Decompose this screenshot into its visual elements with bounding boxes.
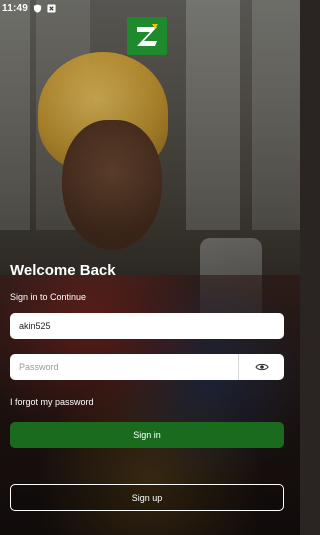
forgot-password-link[interactable]: I forgot my password	[10, 397, 94, 407]
shield-icon	[33, 3, 42, 13]
toggle-password-visibility-button[interactable]	[238, 354, 284, 380]
sign-up-button[interactable]: Sign up	[10, 484, 284, 511]
page-title: Welcome Back	[10, 262, 116, 279]
username-value[interactable]: akin525	[10, 321, 284, 331]
status-time: 11:49	[2, 2, 29, 14]
password-field[interactable]: Password	[10, 354, 284, 380]
eye-icon[interactable]	[254, 362, 269, 372]
password-placeholder[interactable]: Password	[10, 362, 238, 372]
notification-icon	[47, 3, 56, 13]
logo-icon	[137, 24, 158, 46]
login-header: Welcome Back Sign in to Continue	[10, 262, 284, 302]
page-subtitle: Sign in to Continue	[10, 292, 87, 302]
username-field[interactable]: akin525	[10, 313, 284, 339]
sign-in-button[interactable]: Sign in	[10, 422, 284, 448]
app-logo	[127, 17, 167, 55]
status-bar: 11:49	[0, 0, 300, 16]
